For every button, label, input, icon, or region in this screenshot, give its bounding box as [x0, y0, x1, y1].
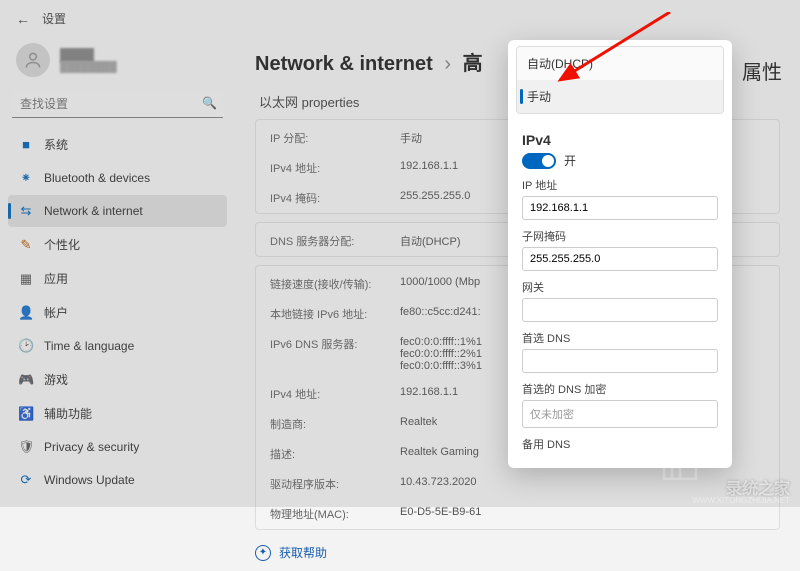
sidebar-item-label: Network & internet: [44, 204, 143, 218]
nav-icon: ⇆: [18, 203, 34, 219]
property-value: Realtek: [400, 416, 437, 432]
watermark-logo: [650, 435, 710, 485]
property-value: Realtek Gaming: [400, 446, 479, 462]
user-account-row[interactable]: ████ ████████: [8, 37, 227, 83]
property-value: 255.255.255.0: [400, 190, 470, 206]
nav-icon: 🛡: [18, 439, 34, 455]
ip-assignment-dropdown[interactable]: 自动(DHCP) 手动: [516, 46, 724, 114]
nav-icon: ✎: [18, 237, 34, 253]
nav-icon: ⁕: [18, 170, 34, 186]
user-name: ████: [60, 48, 117, 62]
watermark-url: WWW.XITONGZHIJIA.NET: [692, 496, 790, 505]
toggle-label: 开: [564, 152, 576, 169]
property-key: 物理地址(MAC):: [270, 506, 400, 522]
sidebar-item-label: 个性化: [44, 236, 80, 253]
property-value: fec0:0:0:ffff::1%1fec0:0:0:ffff::2%1fec0…: [400, 336, 482, 372]
sidebar-item-9[interactable]: 🛡 Privacy & security: [8, 431, 227, 463]
ipv4-heading: IPv4: [522, 132, 718, 148]
property-value: 自动(DHCP): [400, 233, 461, 249]
property-key: IPv4 地址:: [270, 160, 400, 176]
property-key: IPv6 DNS 服务器:: [270, 336, 400, 372]
property-value: 1000/1000 (Mbp: [400, 276, 480, 292]
avatar: [16, 43, 50, 77]
nav-icon: ▦: [18, 271, 34, 287]
sidebar-item-label: 应用: [44, 270, 68, 287]
help-icon: ✦: [255, 545, 271, 561]
sidebar-item-label: 系统: [44, 136, 68, 153]
dns-encryption-label: 首选的 DNS 加密: [522, 381, 718, 397]
breadcrumb-parent[interactable]: Network & internet: [255, 53, 433, 75]
property-value: 192.168.1.1: [400, 160, 458, 176]
sidebar-item-label: 辅助功能: [44, 405, 92, 422]
property-key: IPv4 地址:: [270, 386, 400, 402]
property-value: fe80::c5cc:d241:: [400, 306, 481, 322]
property-key: 本地链接 IPv6 地址:: [270, 306, 400, 322]
property-key: 链接速度(接收/传输):: [270, 276, 400, 292]
property-key: 驱动程序版本:: [270, 476, 400, 492]
property-value: E0-D5-5E-B9-61: [400, 506, 481, 522]
property-value: 10.43.723.2020: [400, 476, 476, 492]
ip-address-input[interactable]: [522, 196, 718, 220]
search-icon: 🔍: [202, 96, 217, 110]
breadcrumb-current: 高: [463, 53, 483, 75]
property-key: 制造商:: [270, 416, 400, 432]
nav-icon: 👤: [18, 305, 34, 321]
subnet-mask-label: 子网掩码: [522, 228, 718, 244]
nav-icon: 🕑: [18, 338, 34, 354]
nav-icon: ♿: [18, 406, 34, 422]
sidebar-item-3[interactable]: ✎ 个性化: [8, 228, 227, 261]
nav-icon: ⟳: [18, 472, 34, 488]
help-label: 获取帮助: [279, 544, 327, 561]
property-value: 手动: [400, 130, 422, 146]
search-box: 🔍: [12, 91, 223, 118]
dns-encryption-select[interactable]: 仅未加密: [522, 400, 718, 428]
property-value: 192.168.1.1: [400, 386, 458, 402]
sidebar-item-label: Time & language: [44, 339, 134, 353]
gateway-input[interactable]: [522, 298, 718, 322]
settings-title: 设置: [42, 10, 66, 27]
chevron-right-icon: ›: [444, 53, 451, 75]
sidebar-item-1[interactable]: ⁕ Bluetooth & devices: [8, 162, 227, 194]
get-help-link[interactable]: ✦ 获取帮助: [255, 544, 780, 561]
sidebar-item-2[interactable]: ⇆ Network & internet: [8, 195, 227, 227]
back-arrow-icon[interactable]: ←: [16, 11, 30, 27]
breadcrumb-suffix: 属性: [742, 56, 782, 85]
ip-address-label: IP 地址: [522, 177, 718, 193]
preferred-dns-label: 首选 DNS: [522, 330, 718, 346]
sidebar-item-label: 帐户: [44, 304, 68, 321]
sidebar-item-label: Bluetooth & devices: [44, 171, 150, 185]
ipv4-toggle[interactable]: [522, 153, 556, 169]
sidebar-item-7[interactable]: 🎮 游戏: [8, 363, 227, 396]
dropdown-option-dhcp[interactable]: 自动(DHCP): [517, 47, 723, 80]
sidebar-item-0[interactable]: ■ 系统: [8, 128, 227, 161]
nav-icon: 🎮: [18, 372, 34, 388]
property-key: IPv4 掩码:: [270, 190, 400, 206]
sidebar-item-label: Windows Update: [44, 473, 135, 487]
subnet-mask-input[interactable]: [522, 247, 718, 271]
preferred-dns-input[interactable]: [522, 349, 718, 373]
property-key: DNS 服务器分配:: [270, 233, 400, 249]
search-input[interactable]: [12, 91, 223, 118]
sidebar-item-5[interactable]: 👤 帐户: [8, 296, 227, 329]
sidebar-item-label: Privacy & security: [44, 440, 139, 454]
property-key: IP 分配:: [270, 130, 400, 146]
dropdown-option-manual[interactable]: 手动: [517, 80, 723, 113]
nav-icon: ■: [18, 137, 34, 152]
sidebar: ████ ████████ 🔍 ■ 系统 ⁕ Bluetooth & devices ⇆…: [0, 37, 235, 571]
ip-settings-dialog: 自动(DHCP) 手动 IPv4 开 IP 地址 子网掩码 网关 首选 DNS …: [508, 40, 732, 468]
user-email: ████████: [60, 62, 117, 73]
gateway-label: 网关: [522, 279, 718, 295]
sidebar-item-10[interactable]: ⟳ Windows Update: [8, 464, 227, 496]
sidebar-item-6[interactable]: 🕑 Time & language: [8, 330, 227, 362]
property-key: 描述:: [270, 446, 400, 462]
sidebar-item-8[interactable]: ♿ 辅助功能: [8, 397, 227, 430]
sidebar-item-4[interactable]: ▦ 应用: [8, 262, 227, 295]
sidebar-item-label: 游戏: [44, 371, 68, 388]
